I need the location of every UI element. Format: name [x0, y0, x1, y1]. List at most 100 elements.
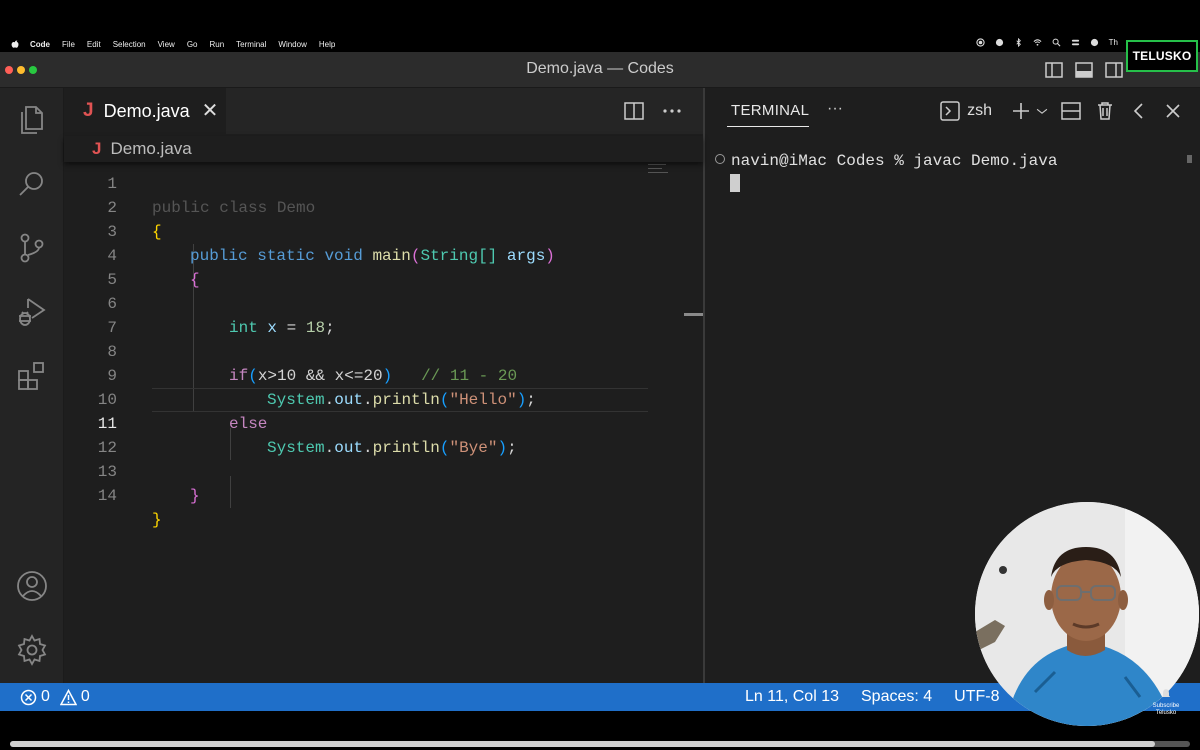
status-bar-right: Ln 11, Col 13 Spaces: 4 UTF-8	[745, 688, 999, 706]
more-actions-icon[interactable]	[661, 100, 683, 122]
bell-icon	[1161, 689, 1171, 697]
code-line-11: 11 System.out.println("Bye");	[64, 388, 654, 457]
bluetooth-icon[interactable]	[1014, 38, 1023, 47]
layout-controls	[1044, 60, 1124, 80]
active-tab-indicator	[727, 126, 809, 127]
extensions-button[interactable]	[14, 358, 50, 394]
editor-group: J Demo.java ✕ 1 public class Demo 2 { 3 …	[64, 88, 703, 683]
menu-terminal[interactable]: Terminal	[236, 40, 266, 49]
subscribe-channel: Telusko	[1155, 710, 1177, 716]
menu-app-code[interactable]: Code	[30, 40, 50, 49]
file-encoding[interactable]: UTF-8	[954, 688, 999, 706]
command-decoration-icon	[715, 154, 725, 165]
error-count: 0	[41, 688, 50, 705]
source-control-button[interactable]	[14, 230, 50, 266]
error-icon	[20, 689, 37, 705]
chevron-down-icon[interactable]	[1036, 100, 1048, 122]
cursor-position[interactable]: Ln 11, Col 13	[745, 688, 839, 706]
close-panel-icon[interactable]	[1162, 100, 1184, 122]
activity-bar	[0, 88, 64, 683]
menu-go[interactable]: Go	[187, 40, 198, 49]
menubar-clipped-text: Th	[1108, 38, 1118, 47]
explorer-button[interactable]	[14, 102, 50, 138]
panel-more-icon[interactable]: ···	[827, 100, 843, 118]
split-editor-icon[interactable]	[623, 100, 645, 122]
search-button[interactable]	[14, 166, 50, 202]
run-debug-icon	[19, 298, 46, 326]
terminal-header: TERMINAL ··· zsh	[705, 88, 1200, 134]
code-line-9: 9 System.out.println("Hello");	[64, 340, 654, 409]
code-token: }	[190, 487, 200, 505]
new-terminal-icon[interactable]	[1010, 100, 1032, 122]
explorer-icon	[21, 106, 43, 134]
telusko-logo: TELUSKO	[1126, 40, 1198, 72]
code-line-5: 5	[64, 244, 654, 289]
code-line-4: 4 {	[64, 220, 654, 289]
terminal-prompt-line: navin@iMac Codes % javac Demo.java	[731, 152, 1058, 170]
menu-selection[interactable]: Selection	[113, 40, 146, 49]
code-line-10: 10 else	[64, 364, 654, 433]
apple-icon[interactable]	[10, 39, 20, 49]
code-line-6: 6 int x = 18;	[64, 268, 654, 337]
editor-scrollbar-marker[interactable]	[684, 313, 703, 316]
menu-file[interactable]: File	[62, 40, 75, 49]
menu-help[interactable]: Help	[319, 40, 335, 49]
subscribe-label: Subscribe	[1152, 703, 1180, 709]
siri-icon[interactable]	[1090, 38, 1099, 47]
java-file-icon: J	[92, 139, 102, 158]
settings-gear-icon	[17, 634, 47, 666]
code-line-7: 7	[64, 292, 654, 337]
editor-actions	[623, 100, 683, 122]
extensions-icon	[18, 362, 44, 390]
terminal-actions: zsh	[939, 100, 1184, 122]
window-titlebar: Demo.java — Codes	[0, 52, 1200, 88]
screen-record-icon[interactable]	[976, 38, 985, 47]
java-file-icon: J	[83, 100, 94, 121]
macos-menubar: Code File Edit Selection View Go Run Ter…	[0, 36, 1200, 52]
chevron-left-icon[interactable]	[1128, 100, 1150, 122]
tab-label: Demo.java	[103, 100, 190, 121]
run-debug-button[interactable]	[14, 294, 50, 330]
menu-edit[interactable]: Edit	[87, 40, 101, 49]
menubar-status-icons: Th	[976, 38, 1118, 47]
code-line-14: 14 }	[64, 460, 654, 529]
menu-run[interactable]: Run	[209, 40, 224, 49]
menu-view[interactable]: View	[158, 40, 175, 49]
terminal-cursor	[730, 174, 740, 192]
code-line-12: 12	[64, 412, 654, 457]
code-line-2: 2 {	[64, 172, 654, 241]
vpn-icon[interactable]	[995, 38, 1004, 47]
terminal-scrollbar[interactable]	[1187, 155, 1192, 163]
menu-window[interactable]: Window	[278, 40, 306, 49]
kill-terminal-trash-icon[interactable]	[1094, 100, 1116, 122]
control-center-icon[interactable]	[1071, 38, 1080, 47]
tab-terminal[interactable]: TERMINAL	[731, 102, 809, 119]
warning-count: 0	[80, 688, 90, 705]
code-line-3: 3 public static void main(String[] args)	[64, 196, 654, 265]
toggle-secondary-sidebar-icon[interactable]	[1104, 60, 1124, 80]
terminal-shell-name[interactable]: zsh	[967, 102, 992, 120]
terminal-output[interactable]: navin@iMac Codes % javac Demo.java	[715, 152, 1057, 170]
breadcrumb-item-demo-java[interactable]: Demo.java	[110, 139, 191, 159]
indentation[interactable]: Spaces: 4	[861, 688, 932, 706]
tab-demo-java[interactable]: J Demo.java ✕	[64, 88, 226, 134]
terminal-shell-icon[interactable]	[939, 100, 961, 122]
code-token: }	[152, 511, 162, 529]
warning-icon	[59, 688, 77, 705]
toggle-primary-sidebar-icon[interactable]	[1044, 60, 1064, 80]
split-terminal-icon[interactable]	[1060, 100, 1082, 122]
account-button[interactable]	[14, 568, 50, 604]
problems-indicator[interactable]: 0 0	[20, 688, 90, 706]
editor-tab-bar: J Demo.java ✕	[64, 88, 703, 134]
close-tab-icon[interactable]: ✕	[202, 101, 219, 121]
account-icon	[17, 571, 47, 601]
line-number: 14	[97, 487, 117, 505]
breadcrumb: J Demo.java	[64, 136, 703, 162]
spotlight-search-icon[interactable]	[1052, 38, 1061, 47]
wifi-icon[interactable]	[1033, 38, 1042, 47]
subscribe-watermark[interactable]: Subscribe Telusko	[1148, 688, 1184, 718]
window-title: Demo.java — Codes	[526, 60, 674, 77]
manage-button[interactable]	[14, 632, 50, 668]
toggle-panel-icon[interactable]	[1074, 60, 1094, 80]
minimap[interactable]	[648, 164, 670, 178]
